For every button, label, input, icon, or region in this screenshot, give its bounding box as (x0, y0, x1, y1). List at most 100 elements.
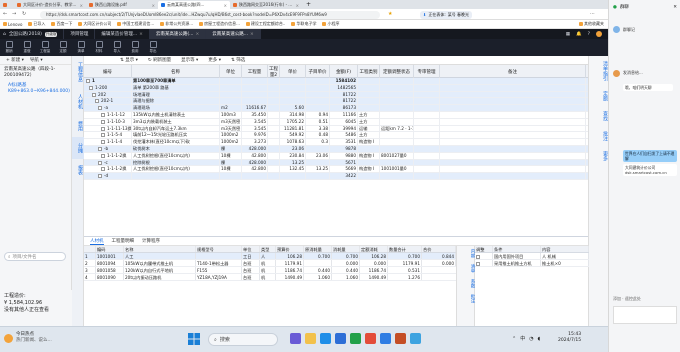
avatar[interactable] (613, 26, 620, 33)
table-row[interactable]: 1-1-1-2换 人工伐树挖根(直径10cm以内) 10棵 42.800 230.84 2… (84, 152, 588, 160)
app-tab[interactable]: 项目管理 (64, 29, 96, 39)
wifi-icon[interactable]: ◔ (529, 336, 533, 342)
grid-icon[interactable]: ▦ (566, 32, 570, 37)
new-button[interactable]: + 新建 ▾ (6, 57, 24, 63)
right-side-tab[interactable]: 定额 (589, 86, 609, 106)
table-row[interactable]: 1-1-5-4 填前12～15t光轮压路机压实 1000m2 9.976 549.92 0… (84, 132, 588, 140)
app-icon-blue[interactable] (410, 333, 421, 344)
chat-link-card[interactable]: 大同建筑计价公司 dsk.smartcost.com.cn (623, 164, 677, 176)
nav-button[interactable]: 导航 ▾ (30, 57, 43, 63)
browser-tab[interactable] (0, 1, 14, 9)
download-status[interactable]: ⬇ 正在表体: 某号 春晚光 (420, 10, 472, 19)
resource-column-header[interactable]: 合价 (422, 246, 456, 252)
close-icon[interactable]: × (224, 3, 227, 8)
grid-toolbar-item[interactable]: ↻ 刷新图量 (148, 57, 171, 63)
toolbar-button[interactable]: 定额 (54, 41, 72, 54)
resource-column-header[interactable]: 单位 (242, 246, 260, 252)
taskbar-search[interactable]: ⌕ 搜索 (208, 333, 278, 346)
resource-row[interactable]: 4 8001090 20t以内振动压路机 YZ18A,YZJ19A 台班机 1490.49… (84, 274, 456, 281)
table-row[interactable]: 1-1-1-2换 人工伐树挖根(直径10cm以内) 10棵 42.800 132.45 1… (84, 166, 588, 174)
right-side-tab[interactable]: 批注 (589, 126, 609, 146)
avatar[interactable] (613, 70, 620, 77)
bell-icon[interactable]: 🔔 (576, 32, 582, 37)
back-icon[interactable]: ← (3, 11, 7, 17)
volume-icon[interactable]: ◖ (538, 336, 541, 342)
close-icon[interactable]: × (296, 3, 299, 8)
close-icon[interactable]: × (250, 32, 254, 37)
menu-icon[interactable]: ⋯ (590, 11, 595, 17)
row-checkbox[interactable] (89, 85, 93, 90)
avatar[interactable] (596, 31, 602, 37)
resource-column-header[interactable]: 编码 (96, 246, 124, 252)
table-row[interactable]: 202-1 清理与掘除 81722 (84, 98, 588, 106)
table-row[interactable]: 1-200 清单 第200章 路基 1482565 (84, 84, 588, 92)
resource-column-header[interactable]: 消耗量 (332, 246, 360, 252)
grid-column-header[interactable]: 工程量 (242, 65, 268, 78)
row-checkbox[interactable] (101, 126, 105, 131)
reload-icon[interactable]: ↻ (22, 11, 26, 17)
app-icon-red[interactable] (365, 333, 376, 344)
adjust-column-header[interactable]: 内容 (541, 246, 589, 252)
bookmark-item[interactable]: 大同区计价公司 (78, 21, 111, 27)
chat-input[interactable] (613, 306, 677, 324)
browser-tab[interactable]: 陕西山路设施.pdf × (86, 1, 158, 9)
grid-column-header[interactable]: 名称 (132, 65, 220, 78)
close-icon[interactable]: × (195, 32, 199, 37)
forward-icon[interactable]: → (12, 11, 16, 17)
row-checkbox[interactable] (101, 119, 105, 124)
close-icon[interactable]: × (139, 32, 143, 37)
adjust-checkbox[interactable] (476, 255, 480, 259)
app-tab[interactable]: 编辑某造价管理... × (95, 29, 150, 39)
grid-column-header[interactable]: 备注 (440, 65, 586, 78)
bottom-tab[interactable]: 人材机 (90, 238, 104, 245)
right-side-tab[interactable]: 清单指引 (589, 56, 609, 86)
adjust-checkbox[interactable] (476, 262, 480, 266)
bookmark-item[interactable]: 中国工程建设信... (117, 21, 154, 27)
toolbar-button[interactable]: 撤销 (0, 41, 18, 54)
right-side-tab[interactable]: 查找 (589, 106, 609, 126)
weather-widget[interactable]: 今日热点 热门新闻、说么... (4, 332, 52, 344)
grid-toolbar-item[interactable]: ⇅ 筛选 (231, 57, 245, 63)
row-checkbox[interactable] (98, 174, 102, 179)
adjust-row[interactable]: 采用推土机推土方机 推土机×0 (475, 260, 589, 267)
row-checkbox[interactable] (98, 146, 102, 151)
row-checkbox[interactable] (101, 153, 105, 158)
ime-indicator[interactable]: 中 (520, 335, 525, 342)
grid-toolbar-item[interactable]: ⇅ 显示 ▾ (120, 57, 138, 63)
browser-tab[interactable]: 大同区计价-造价分享、教学... × (14, 1, 86, 9)
toolbar-button[interactable]: 材料 (90, 41, 108, 54)
row-checkbox[interactable] (101, 112, 105, 117)
resource-row[interactable]: 2 8001094 105kW以内履带式推土机 T140-1带松土器 台班机 1179.9… (84, 260, 456, 267)
store-icon[interactable] (335, 333, 346, 344)
row-checkbox[interactable] (95, 99, 99, 104)
row-checkbox[interactable] (98, 106, 102, 111)
bookmark-item[interactable]: 非常公共资源... (160, 21, 193, 27)
grid-column-header[interactable]: 子目单价 (306, 65, 330, 78)
toolbar-button[interactable]: 导出 (144, 41, 162, 54)
resource-column-header[interactable] (84, 246, 96, 252)
table-row[interactable]: 1-1-1-12 135kW以内推土机清除表土 100m3 35.450 314.98 0… (84, 111, 588, 119)
adjust-side-tab[interactable]: 批注 (457, 291, 475, 306)
resource-column-header[interactable]: 数量合计 (388, 246, 422, 252)
edge-icon[interactable] (320, 333, 331, 344)
adjust-row[interactable]: 国内用国外项目人 机械 (475, 253, 589, 260)
grid-column-header[interactable]: 专审管理 (414, 65, 440, 78)
help-icon[interactable]: ? (588, 32, 590, 37)
project-selector[interactable]: ⌂ 全国公路(2018) 升级版 (0, 29, 65, 39)
tree-node-selected[interactable]: A标(路基 K89+863.0~K96+844.000) (0, 81, 71, 97)
wechat-icon[interactable] (350, 333, 361, 344)
clock[interactable]: 15:43 2024/7/15 (558, 332, 581, 344)
toolbar-button[interactable]: 清单 (72, 41, 90, 54)
grid-column-header[interactable]: 定额调整状态 (380, 65, 414, 78)
adjust-column-header[interactable]: 条件 (493, 246, 541, 252)
tree-root[interactable]: 云南某高速公路（四段-1-200109472） (0, 65, 71, 81)
side-tab[interactable]: 费用 (72, 115, 84, 137)
table-row[interactable]: 1 第100章至700章清单 1584102 (84, 78, 588, 85)
table-row[interactable]: -d 3422 (84, 173, 588, 180)
grid-toolbar-item[interactable]: 更多 ▾ (208, 57, 221, 63)
row-checkbox[interactable] (86, 79, 90, 83)
grid-column-header[interactable]: 金额(F) (330, 65, 358, 78)
grid-toolbar-item[interactable]: 显示等 ▾ (181, 57, 198, 63)
star-icon[interactable]: ★ (388, 11, 392, 17)
side-tab[interactable]: 工程信息 (72, 56, 84, 88)
